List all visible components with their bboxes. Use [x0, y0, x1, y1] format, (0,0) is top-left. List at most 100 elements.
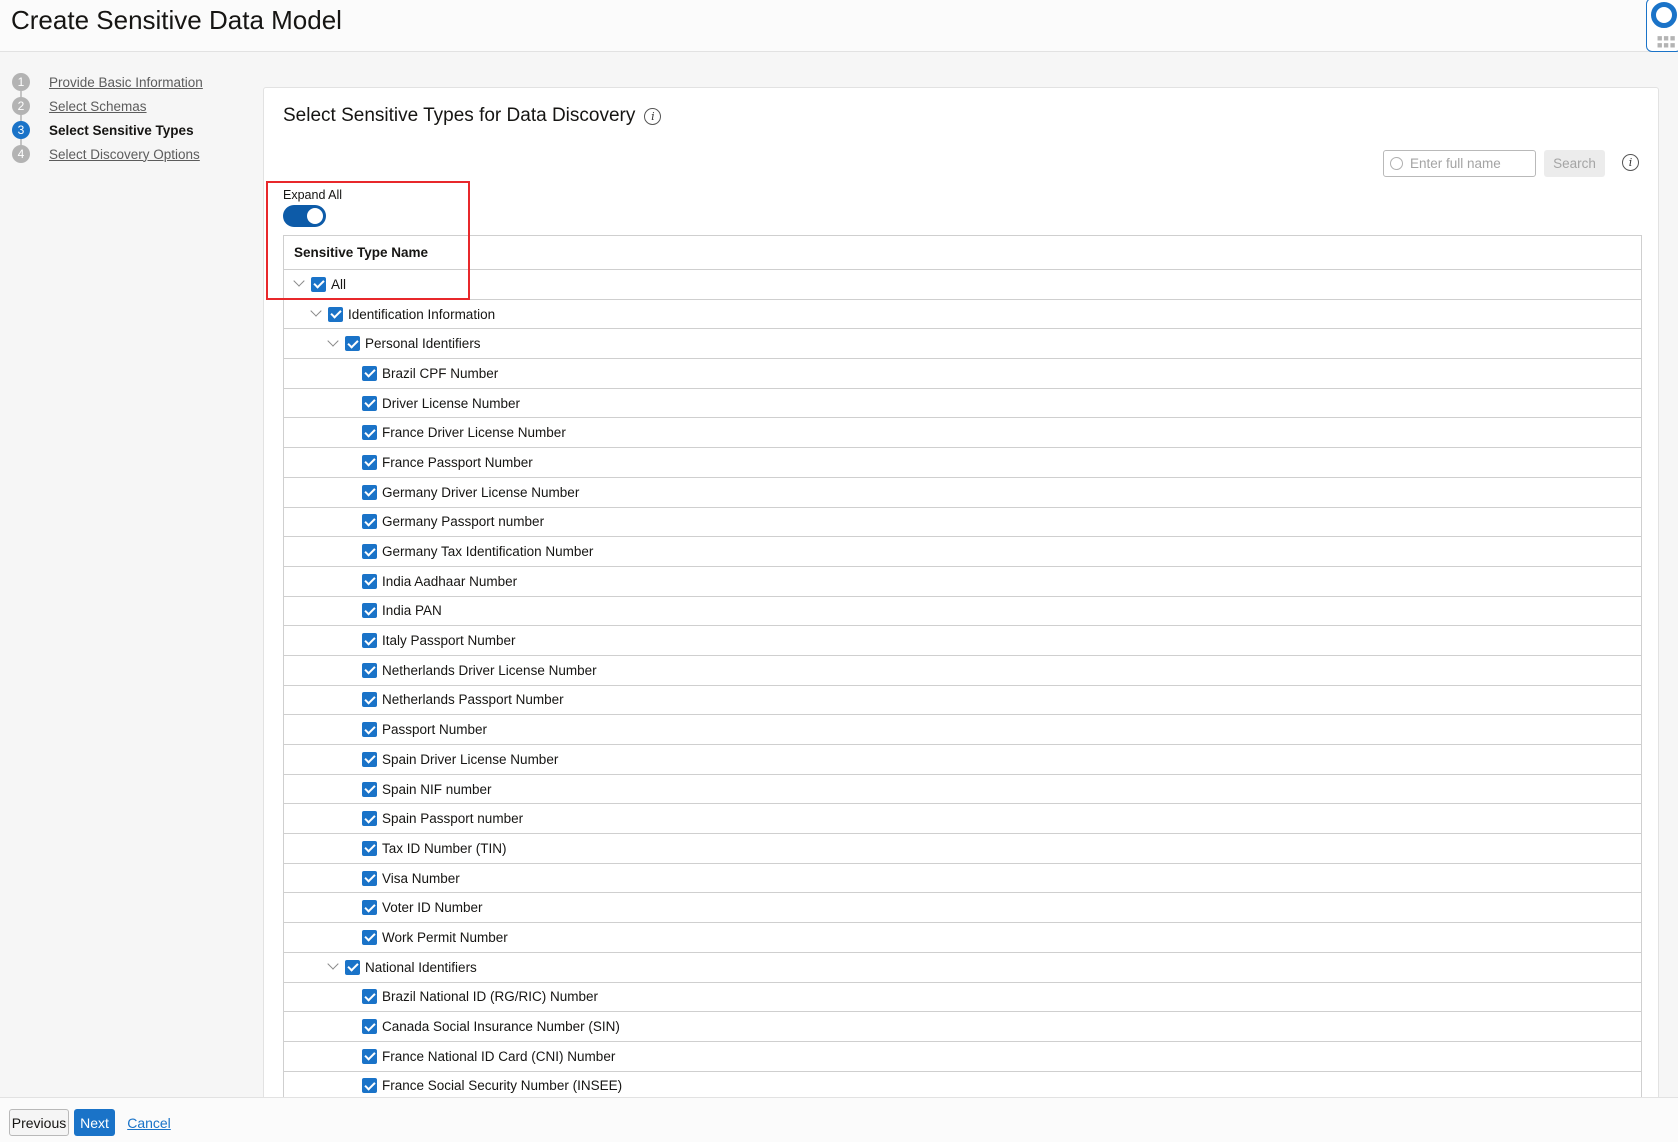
lifebuoy-icon [1651, 2, 1677, 28]
chevron-down-icon[interactable] [328, 339, 338, 349]
checkbox-checked[interactable] [362, 603, 377, 619]
tree-row[interactable]: France Driver License Number [284, 418, 1641, 449]
help-widget[interactable]: ■■■ ■■■ [1646, 0, 1678, 52]
checkbox-checked[interactable] [362, 751, 377, 767]
checkbox-checked[interactable] [345, 959, 360, 975]
tree-row[interactable]: Netherlands Passport Number [284, 686, 1641, 716]
tree-row[interactable]: Passport Number [284, 715, 1641, 745]
checkbox-checked[interactable] [362, 395, 377, 411]
checkbox-checked[interactable] [362, 870, 377, 886]
step-number: 4 [12, 145, 30, 163]
checkbox-checked[interactable] [362, 811, 377, 827]
row-label: Germany Tax Identification Number [382, 544, 594, 560]
checkbox-checked[interactable] [362, 1078, 377, 1094]
tree-row[interactable]: France National ID Card (CNI) Number [284, 1042, 1641, 1072]
checkbox-checked[interactable] [362, 573, 377, 589]
row-label: France Social Security Number (INSEE) [382, 1078, 623, 1094]
step-2[interactable]: 2 Select Schemas [12, 94, 203, 118]
search-button[interactable]: Search [1544, 150, 1605, 177]
chevron-down-icon[interactable] [294, 279, 304, 289]
chevron-down-icon[interactable] [311, 309, 321, 319]
row-label: India Aadhaar Number [382, 573, 518, 589]
row-label: Spain Passport number [382, 811, 524, 827]
checkbox-checked[interactable] [362, 514, 377, 530]
checkbox-checked[interactable] [362, 365, 377, 381]
checkbox-checked[interactable] [362, 989, 377, 1005]
tree-row[interactable]: Canada Social Insurance Number (SIN) [284, 1012, 1641, 1042]
tree-row[interactable]: Brazil National ID (RG/RIC) Number [284, 983, 1641, 1013]
checkbox-checked[interactable] [362, 781, 377, 797]
tree-row[interactable]: Spain Passport number [284, 804, 1641, 835]
row-label: Voter ID Number [382, 900, 483, 916]
checkbox-checked[interactable] [311, 276, 326, 292]
tree-row[interactable]: India Aadhaar Number [284, 567, 1641, 597]
tree-row[interactable]: Italy Passport Number [284, 626, 1641, 656]
checkbox-checked[interactable] [362, 544, 377, 560]
row-label: Netherlands Passport Number [382, 692, 564, 708]
row-label: Identification Information [348, 306, 496, 322]
cancel-link[interactable]: Cancel [127, 1109, 171, 1136]
tree-row[interactable]: Voter ID Number [284, 893, 1641, 924]
tree-row[interactable]: Work Permit Number [284, 923, 1641, 953]
step-number: 1 [12, 73, 30, 91]
tree-row[interactable]: Driver License Number [284, 389, 1641, 419]
checkbox-checked[interactable] [362, 929, 377, 945]
checkbox-checked[interactable] [362, 454, 377, 470]
tree-row[interactable]: Germany Tax Identification Number [284, 537, 1641, 567]
step-3: 3 Select Sensitive Types [12, 118, 203, 142]
checkbox-checked[interactable] [362, 633, 377, 649]
step-4[interactable]: 4 Select Discovery Options [12, 142, 203, 166]
tree-row[interactable]: Brazil CPF Number [284, 359, 1641, 389]
step-label[interactable]: Provide Basic Information [49, 75, 203, 90]
tree-row[interactable]: All [284, 270, 1641, 300]
checkbox-checked[interactable] [362, 900, 377, 916]
tree-row[interactable]: Germany Passport number [284, 508, 1641, 538]
search-input[interactable] [1410, 156, 1530, 171]
checkbox-checked[interactable] [328, 306, 343, 322]
section-title: Select Sensitive Types for Data Discover… [283, 105, 662, 127]
row-label: Brazil CPF Number [382, 365, 499, 381]
info-icon[interactable]: i [644, 107, 662, 125]
row-label: France Driver License Number [382, 425, 566, 441]
checkbox-checked[interactable] [362, 425, 377, 441]
tree-row[interactable]: India PAN [284, 597, 1641, 627]
checkbox-checked[interactable] [345, 336, 360, 352]
tree-row[interactable]: Spain NIF number [284, 775, 1641, 805]
tree-row[interactable]: Personal Identifiers [284, 329, 1641, 360]
search-field[interactable] [1383, 150, 1536, 177]
tree-row[interactable]: France Passport Number [284, 448, 1641, 478]
search-info-icon[interactable]: i [1622, 154, 1639, 171]
step-label[interactable]: Select Schemas [49, 99, 147, 114]
step-label[interactable]: Select Discovery Options [49, 147, 200, 162]
row-label: Germany Passport number [382, 514, 545, 530]
tree-row[interactable]: Tax ID Number (TIN) [284, 834, 1641, 864]
checkbox-checked[interactable] [362, 484, 377, 500]
tree-row[interactable]: National Identifiers [284, 953, 1641, 983]
checkbox-checked[interactable] [362, 662, 377, 678]
tree-row[interactable]: Identification Information [284, 300, 1641, 330]
checkbox-checked[interactable] [362, 840, 377, 856]
tree-row[interactable]: Spain Driver License Number [284, 745, 1641, 775]
row-label: Tax ID Number (TIN) [382, 840, 507, 856]
tree-row[interactable]: Netherlands Driver License Number [284, 656, 1641, 686]
expand-all-toggle[interactable] [283, 205, 326, 227]
sensitive-types-tree-table: Sensitive Type Name All Identification In… [283, 235, 1642, 1115]
checkbox-checked[interactable] [362, 722, 377, 738]
row-label: India PAN [382, 603, 442, 619]
row-label: France Passport Number [382, 454, 533, 470]
tree-row[interactable]: Visa Number [284, 864, 1641, 894]
next-button[interactable]: Next [74, 1109, 115, 1136]
toggle-knob [307, 208, 323, 224]
tree-row[interactable]: Germany Driver License Number [284, 478, 1641, 508]
step-1[interactable]: 1 Provide Basic Information [12, 70, 203, 94]
checkbox-checked[interactable] [362, 692, 377, 708]
row-label: All [331, 276, 347, 292]
footer-bar: Previous Next Cancel [0, 1097, 1678, 1142]
previous-button[interactable]: Previous [9, 1109, 69, 1136]
checkbox-checked[interactable] [362, 1019, 377, 1035]
train-steps: 1 Provide Basic Information 2 Select Schema… [12, 70, 203, 166]
column-header-sensitive-type-name[interactable]: Sensitive Type Name [284, 236, 1641, 270]
grip-icon: ■■■ ■■■ [1657, 33, 1677, 50]
checkbox-checked[interactable] [362, 1048, 377, 1064]
chevron-down-icon[interactable] [328, 962, 338, 972]
